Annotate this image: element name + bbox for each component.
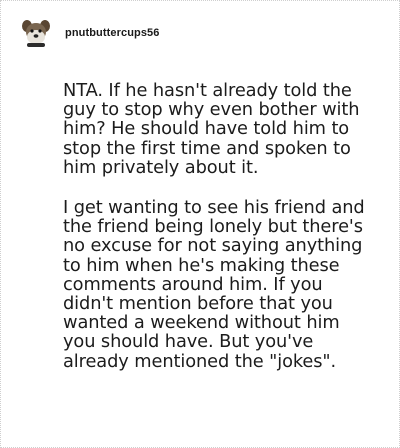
dog-avatar-icon — [19, 16, 53, 50]
comment-header: pnutbuttercups56 — [19, 13, 160, 53]
comment-body: NTA. If he hasn't already told the guy t… — [63, 81, 375, 392]
comment-paragraph: NTA. If he hasn't already told the guy t… — [63, 80, 360, 178]
avatar[interactable] — [19, 16, 53, 50]
username[interactable]: pnutbuttercups56 — [65, 27, 160, 39]
comment-paragraph: I get wanting to see his friend and the … — [63, 197, 365, 372]
comment-card: pnutbuttercups56 NTA. If he hasn't alrea… — [0, 0, 400, 448]
